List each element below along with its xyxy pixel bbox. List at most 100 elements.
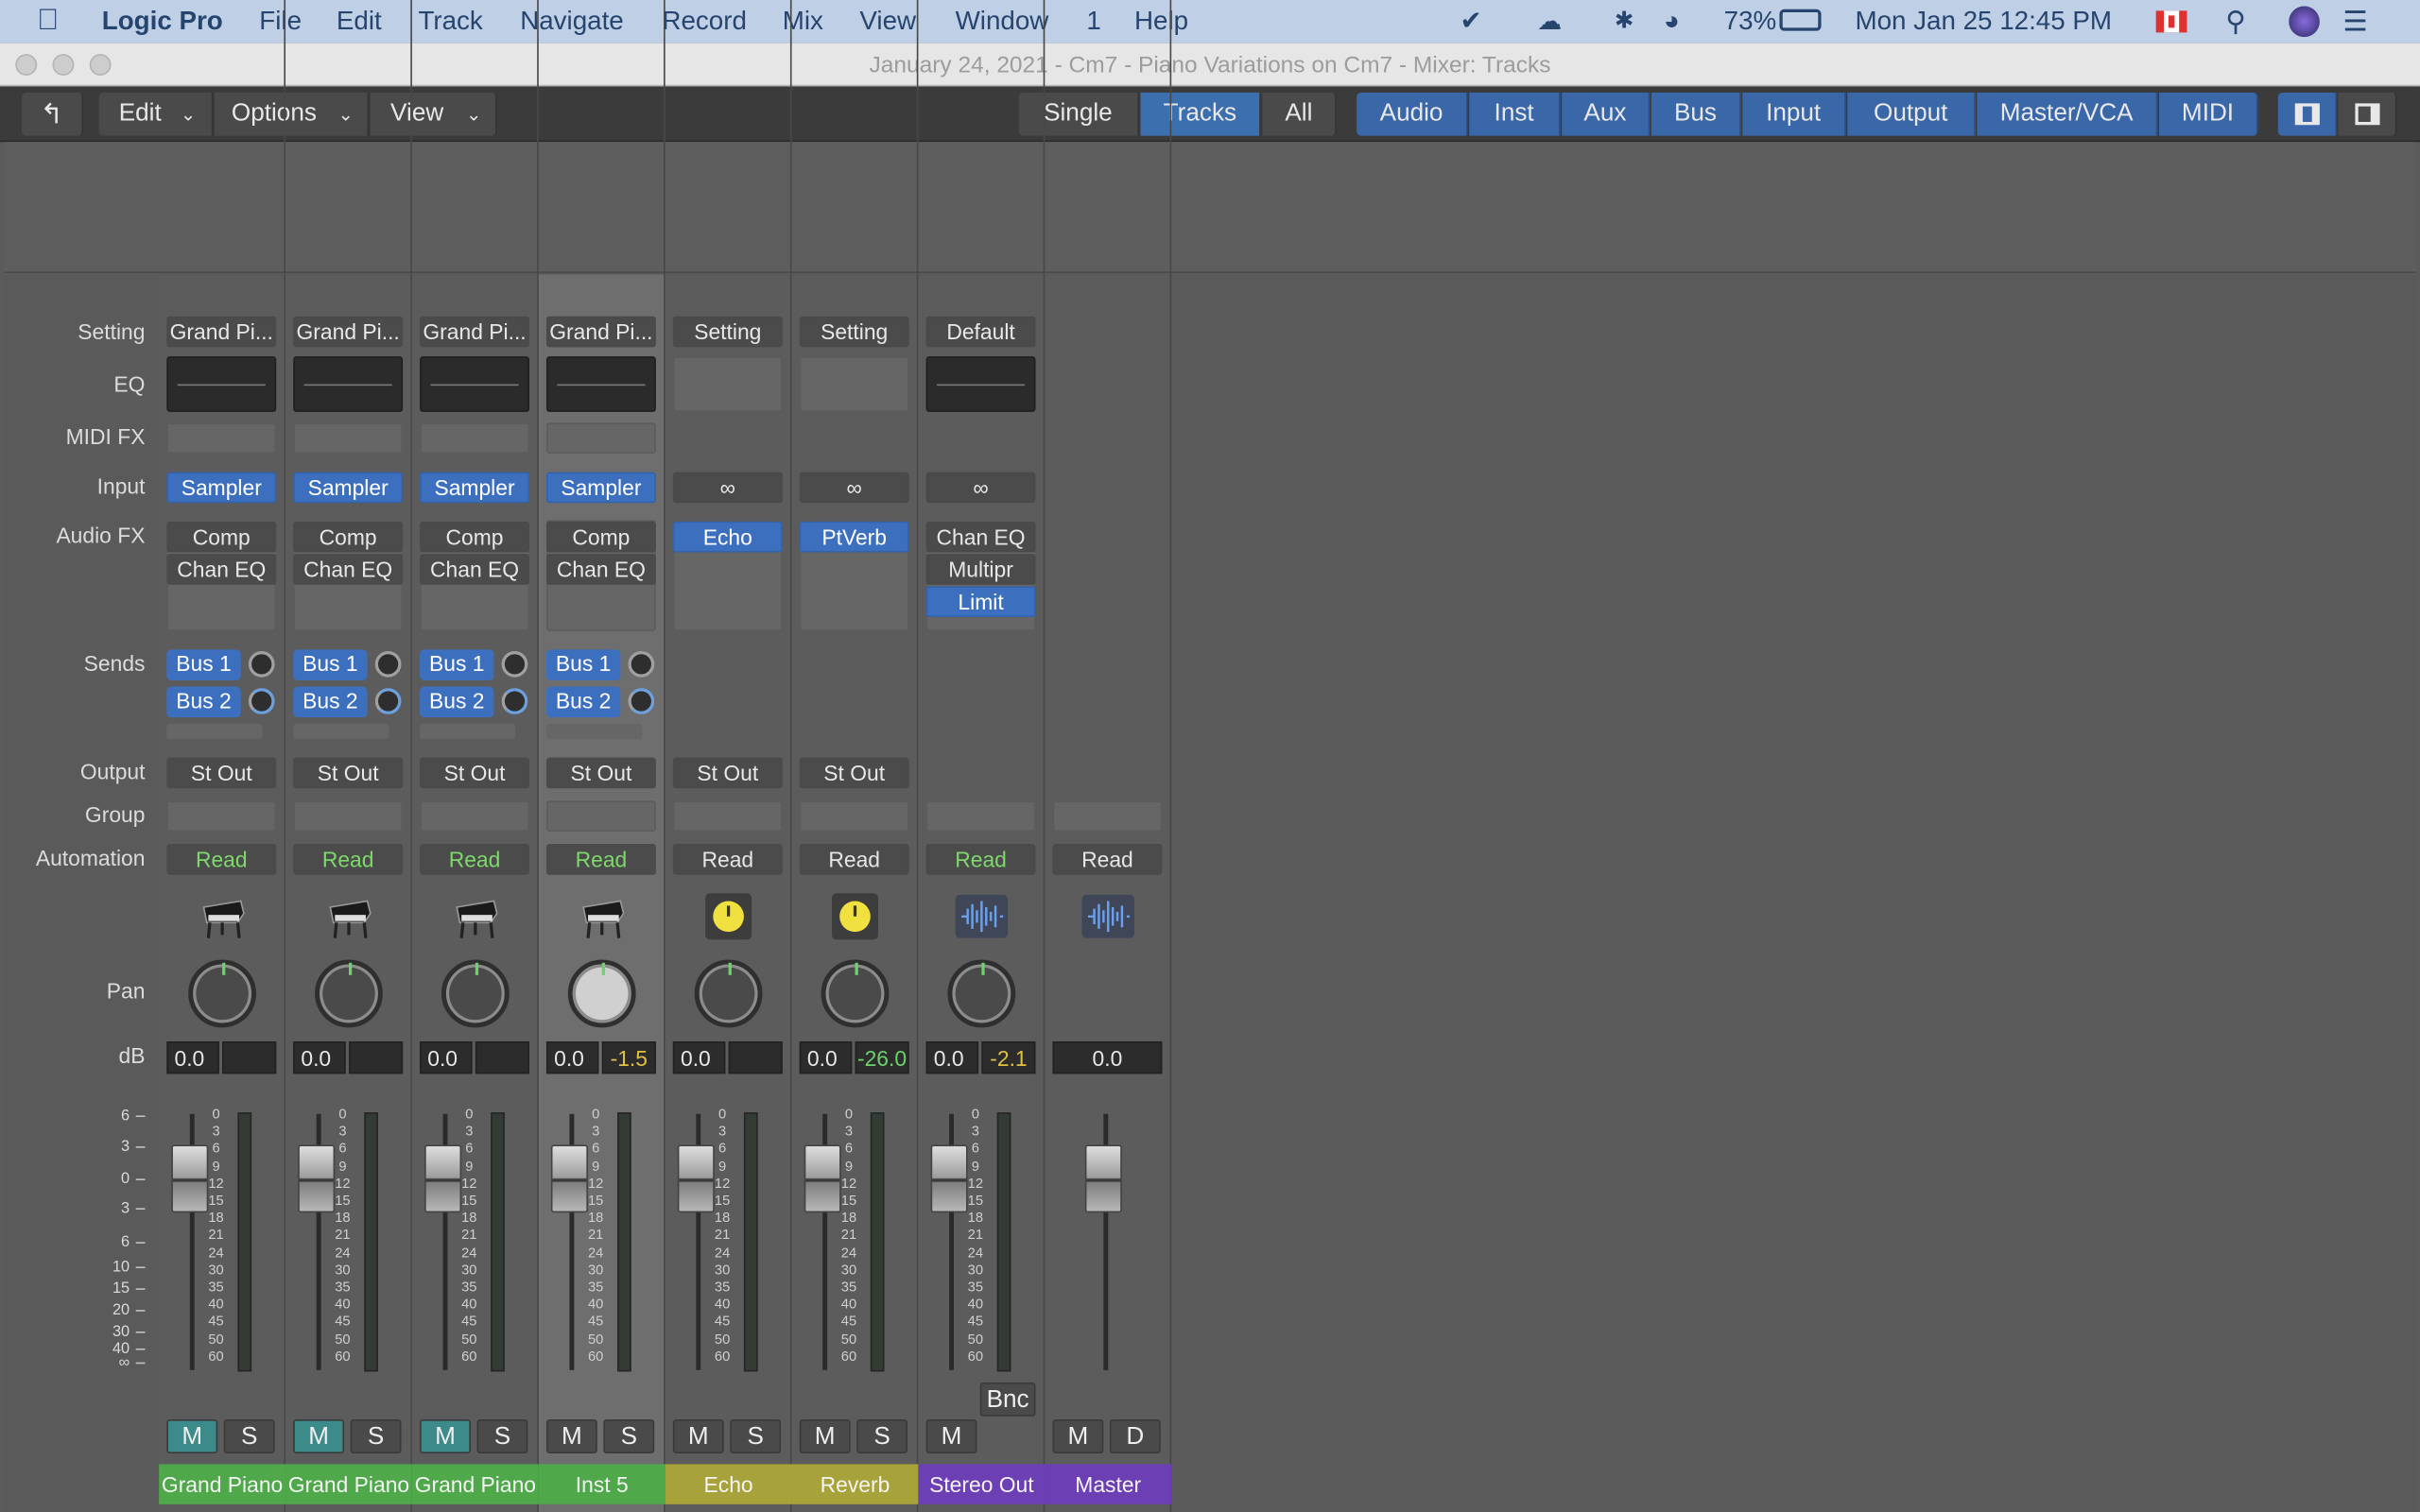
siri-icon[interactable] bbox=[2289, 6, 2320, 38]
clock[interactable]: Mon Jan 25 12:45 PM bbox=[1855, 7, 2112, 38]
midi-fx-slot[interactable] bbox=[420, 422, 529, 454]
send-button[interactable]: Bus 1 bbox=[420, 649, 494, 680]
eq-display[interactable] bbox=[420, 356, 529, 412]
setting-button[interactable]: Grand Pi... bbox=[420, 316, 529, 348]
send-level-knob[interactable] bbox=[501, 688, 528, 714]
track-name[interactable]: Master bbox=[1045, 1464, 1172, 1504]
flag-icon[interactable] bbox=[2155, 10, 2187, 33]
solo-button[interactable]: S bbox=[603, 1419, 655, 1453]
volume-readout[interactable]: 0.0 bbox=[293, 1041, 346, 1074]
pan-knob[interactable] bbox=[567, 959, 636, 1028]
track-name[interactable]: Grand Piano bbox=[411, 1464, 539, 1504]
output-button[interactable]: St Out bbox=[545, 757, 656, 789]
automation-mode-button[interactable]: Read bbox=[293, 844, 404, 875]
filter-midi-button[interactable]: MIDI bbox=[2159, 92, 2258, 136]
mute-button[interactable]: M bbox=[420, 1419, 471, 1453]
eq-display[interactable] bbox=[545, 356, 656, 412]
volume-readout[interactable]: 0.0 bbox=[545, 1041, 599, 1074]
battery-icon[interactable] bbox=[1779, 9, 1822, 31]
solo-button[interactable]: S bbox=[476, 1419, 528, 1453]
send-empty-slot[interactable] bbox=[293, 723, 389, 740]
output-button[interactable]: St Out bbox=[293, 757, 404, 789]
midi-fx-slot[interactable] bbox=[545, 422, 656, 454]
send-button[interactable]: Bus 2 bbox=[293, 686, 368, 718]
solo-button[interactable]: S bbox=[350, 1419, 402, 1453]
volume-fader[interactable] bbox=[298, 1144, 336, 1213]
back-icon[interactable]: ↰ bbox=[21, 92, 84, 136]
mute-button[interactable]: M bbox=[545, 1419, 597, 1453]
eq-display[interactable] bbox=[672, 356, 783, 412]
setting-button[interactable]: Setting bbox=[672, 316, 783, 348]
filter-input-button[interactable]: Input bbox=[1742, 92, 1846, 136]
setting-button[interactable]: Default bbox=[925, 316, 1036, 348]
eq-display[interactable] bbox=[925, 356, 1036, 412]
automation-mode-button[interactable]: Read bbox=[925, 844, 1036, 875]
setting-button[interactable]: Grand Pi... bbox=[293, 316, 404, 348]
setting-button[interactable]: Setting bbox=[799, 316, 909, 348]
automation-mode-button[interactable]: Read bbox=[166, 844, 277, 875]
bluetooth-icon[interactable]: ✱ bbox=[1615, 7, 1634, 34]
track-name[interactable]: Grand Piano bbox=[159, 1464, 286, 1504]
group-slot[interactable] bbox=[545, 800, 656, 832]
stereo-link-icon[interactable]: ∞ bbox=[672, 472, 783, 504]
volume-readout[interactable]: 0.0 bbox=[420, 1041, 473, 1074]
filter-bus-button[interactable]: Bus bbox=[1651, 92, 1741, 136]
script-icon[interactable]: ✔ bbox=[1460, 7, 1481, 38]
send-level-knob[interactable] bbox=[501, 650, 528, 678]
output-button[interactable]: St Out bbox=[799, 757, 909, 789]
audio-fx-slot[interactable]: Comp bbox=[420, 521, 529, 553]
input-button[interactable]: Sampler bbox=[166, 472, 277, 504]
filter-inst-button[interactable]: Inst bbox=[1469, 92, 1561, 136]
volume-fader[interactable] bbox=[804, 1144, 841, 1213]
send-empty-slot[interactable] bbox=[420, 723, 516, 740]
group-slot[interactable] bbox=[166, 800, 277, 832]
mute-button[interactable]: M bbox=[799, 1419, 851, 1453]
midi-fx-slot[interactable] bbox=[293, 422, 404, 454]
group-slot[interactable] bbox=[925, 800, 1036, 832]
view-all-button[interactable]: All bbox=[1262, 92, 1337, 136]
track-name[interactable]: Echo bbox=[665, 1464, 792, 1504]
send-level-knob[interactable] bbox=[374, 688, 402, 714]
audio-fx-slot[interactable]: Chan EQ bbox=[166, 554, 277, 585]
group-slot[interactable] bbox=[293, 800, 404, 832]
volume-readout[interactable]: 0.0 bbox=[166, 1041, 219, 1074]
volume-readout[interactable]: 0.0 bbox=[1052, 1041, 1163, 1074]
send-level-knob[interactable] bbox=[248, 650, 275, 678]
output-button[interactable]: St Out bbox=[166, 757, 277, 789]
wide-strips-icon[interactable] bbox=[2338, 92, 2397, 136]
midi-fx-slot[interactable] bbox=[166, 422, 277, 454]
filter-output-button[interactable]: Output bbox=[1847, 92, 1976, 136]
audio-fx-slot[interactable]: Comp bbox=[293, 521, 404, 553]
audio-fx-slot[interactable]: PtVerb bbox=[799, 521, 909, 553]
setting-button[interactable]: Grand Pi... bbox=[545, 316, 656, 348]
filter-mastervca-button[interactable]: Master/VCA bbox=[1977, 92, 2158, 136]
track-name[interactable]: Stereo Out bbox=[918, 1464, 1046, 1504]
dim-button[interactable]: D bbox=[1109, 1419, 1161, 1453]
eq-display[interactable] bbox=[293, 356, 404, 412]
audio-fx-slot[interactable]: Chan EQ bbox=[420, 554, 529, 585]
mute-button[interactable]: M bbox=[925, 1419, 977, 1453]
volume-readout[interactable]: 0.0 bbox=[925, 1041, 979, 1074]
audio-fx-slot[interactable]: Chan EQ bbox=[925, 521, 1036, 553]
volume-fader[interactable] bbox=[677, 1144, 715, 1213]
mute-button[interactable]: M bbox=[166, 1419, 218, 1453]
control-center-icon[interactable]: ☰ bbox=[2342, 7, 2367, 39]
solo-button[interactable]: S bbox=[223, 1419, 275, 1453]
send-empty-slot[interactable] bbox=[166, 723, 263, 740]
volume-readout[interactable]: 0.0 bbox=[799, 1041, 853, 1074]
audio-fx-slot[interactable]: Comp bbox=[545, 521, 656, 553]
send-level-knob[interactable] bbox=[374, 650, 402, 678]
narrow-strips-icon[interactable] bbox=[2277, 92, 2337, 136]
send-button[interactable]: Bus 2 bbox=[420, 686, 494, 718]
wifi-icon[interactable]: ◕ bbox=[1664, 7, 1680, 38]
pan-knob[interactable] bbox=[188, 959, 257, 1028]
eq-display[interactable] bbox=[166, 356, 277, 412]
automation-mode-button[interactable]: Read bbox=[545, 844, 656, 875]
track-name[interactable]: Inst 5 bbox=[538, 1464, 666, 1504]
volume-fader[interactable] bbox=[930, 1144, 968, 1213]
solo-button[interactable]: S bbox=[730, 1419, 782, 1453]
send-button[interactable]: Bus 1 bbox=[293, 649, 368, 680]
output-button[interactable]: St Out bbox=[420, 757, 529, 789]
pan-knob[interactable] bbox=[947, 959, 1016, 1028]
filter-audio-button[interactable]: Audio bbox=[1357, 92, 1468, 136]
